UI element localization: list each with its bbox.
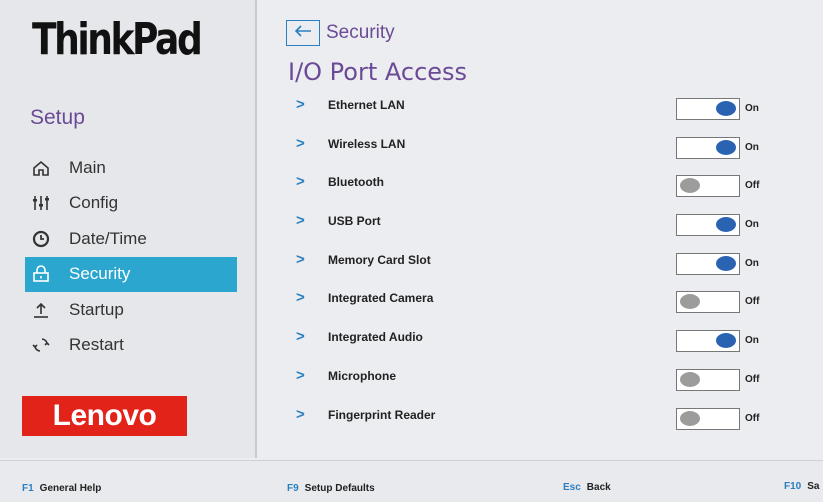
usb-port-toggle[interactable] (676, 214, 740, 237)
chevron-right-icon: > (296, 96, 305, 113)
toggle-state: On (745, 335, 759, 347)
sidebar-item-security[interactable]: Security (25, 256, 237, 292)
chevron-right-icon: > (296, 405, 305, 423)
port-label: Microphone (328, 368, 396, 383)
chevron-right-icon: > (296, 328, 305, 346)
chevron-right-icon: > (296, 289, 305, 307)
toggle-knob (716, 217, 736, 233)
key-label: F10 (784, 481, 802, 492)
port-row-fingerprint-reader[interactable]: > Fingerprint Reader Off (258, 402, 818, 441)
toggle-knob (716, 101, 736, 116)
key-desc: Setup Defaults (304, 483, 375, 494)
sidebar-item-startup[interactable]: Startup (25, 292, 237, 328)
toggle-state: On (745, 103, 759, 114)
toggle-knob (680, 178, 700, 194)
ethernet-lan-toggle[interactable] (676, 98, 740, 120)
toggle-state: Off (745, 296, 760, 308)
port-label: Fingerprint Reader (328, 407, 436, 422)
toggle-state: Off (745, 180, 760, 192)
sidebar: ThinkPad Setup Main Config Date/Time Sec… (0, 0, 257, 458)
sliders-icon (31, 193, 51, 213)
port-label: Bluetooth (328, 175, 384, 190)
chevron-right-icon: > (296, 366, 305, 384)
port-label: Memory Card Slot (328, 252, 431, 267)
port-row-usb-port[interactable]: > USB Port On (258, 208, 818, 247)
clock-icon (31, 229, 51, 249)
chevron-right-icon: > (296, 212, 305, 230)
toggle-knob (716, 333, 736, 349)
port-row-wireless-lan[interactable]: > Wireless LAN On (258, 131, 818, 170)
port-label: USB Port (328, 214, 381, 229)
lenovo-logo: Lenovo (22, 396, 187, 436)
footer-esc-back[interactable]: Esc Back (563, 482, 611, 493)
toggle-knob (680, 410, 700, 426)
chevron-right-icon: > (296, 134, 305, 152)
fingerprint-reader-toggle[interactable] (676, 407, 740, 430)
back-button[interactable] (286, 20, 320, 46)
sidebar-item-label: Main (69, 157, 106, 177)
port-label: Wireless LAN (328, 136, 406, 151)
sidebar-item-config[interactable]: Config (25, 186, 237, 222)
arrow-left-icon (294, 24, 312, 43)
restart-icon (31, 335, 51, 355)
sidebar-item-label: Restart (69, 335, 124, 355)
sidebar-item-label: Date/Time (69, 228, 147, 248)
toggle-knob (716, 139, 736, 155)
key-desc: Sa (807, 481, 820, 492)
wireless-lan-toggle[interactable] (676, 136, 740, 159)
memory-card-slot-toggle[interactable] (676, 252, 740, 275)
lock-icon (31, 264, 51, 284)
toggle-state: On (745, 257, 759, 269)
toggle-state: Off (745, 412, 760, 424)
toggle-knob (716, 255, 736, 271)
sidebar-item-date-time[interactable]: Date/Time (25, 221, 237, 257)
home-icon (31, 158, 51, 178)
sidebar-item-label: Security (69, 264, 131, 284)
sidebar-item-restart[interactable]: Restart (25, 328, 237, 364)
port-row-ethernet-lan[interactable]: > Ethernet LAN On (258, 92, 818, 131)
port-row-memory-card-slot[interactable]: > Memory Card Slot On (258, 247, 818, 286)
upload-icon (31, 300, 51, 320)
sidebar-item-main[interactable]: Main (25, 150, 237, 186)
toggle-state: On (745, 141, 759, 153)
thinkpad-logo: ThinkPad (32, 14, 203, 65)
port-list: > Ethernet LAN On > Wireless LAN On > Bl… (258, 92, 818, 440)
breadcrumb: Security (326, 22, 395, 43)
setup-title: Setup (30, 106, 85, 129)
footer-f9-defaults[interactable]: F9 Setup Defaults (287, 483, 375, 494)
footer-f10-save[interactable]: F10 Sa (784, 481, 819, 492)
chevron-right-icon: > (296, 173, 305, 191)
port-row-bluetooth[interactable]: > Bluetooth Off (258, 169, 818, 208)
page-title: I/O Port Access (288, 58, 468, 86)
key-label: F9 (287, 483, 299, 494)
sidebar-item-label: Startup (69, 299, 124, 319)
port-label: Integrated Camera (328, 291, 434, 306)
port-label: Ethernet LAN (328, 98, 405, 112)
chevron-right-icon: > (296, 250, 305, 268)
footer-f1-help[interactable]: F1 General Help (22, 483, 101, 494)
key-desc: General Help (39, 483, 102, 494)
port-row-integrated-audio[interactable]: > Integrated Audio On (258, 324, 818, 363)
toggle-knob (680, 294, 700, 310)
toggle-state: On (745, 219, 759, 231)
key-label: Esc (563, 482, 581, 493)
port-row-microphone[interactable]: > Microphone Off (258, 363, 818, 402)
integrated-camera-toggle[interactable] (676, 291, 740, 314)
key-desc: Back (586, 482, 611, 493)
bluetooth-toggle[interactable] (676, 175, 740, 198)
sidebar-nav: Main Config Date/Time Security Startup R… (25, 150, 237, 363)
footer-bar: F1 General Help F9 Setup Defaults Esc Back … (0, 460, 823, 502)
port-label: Integrated Audio (328, 330, 423, 345)
port-row-integrated-camera[interactable]: > Integrated Camera Off (258, 285, 818, 324)
integrated-audio-toggle[interactable] (676, 330, 740, 353)
sidebar-item-label: Config (69, 193, 119, 213)
toggle-state: Off (745, 373, 760, 385)
main-panel: Security I/O Port Access > Ethernet LAN … (258, 0, 823, 458)
microphone-toggle[interactable] (676, 368, 740, 391)
toggle-knob (680, 371, 700, 387)
key-label: F1 (22, 483, 34, 494)
